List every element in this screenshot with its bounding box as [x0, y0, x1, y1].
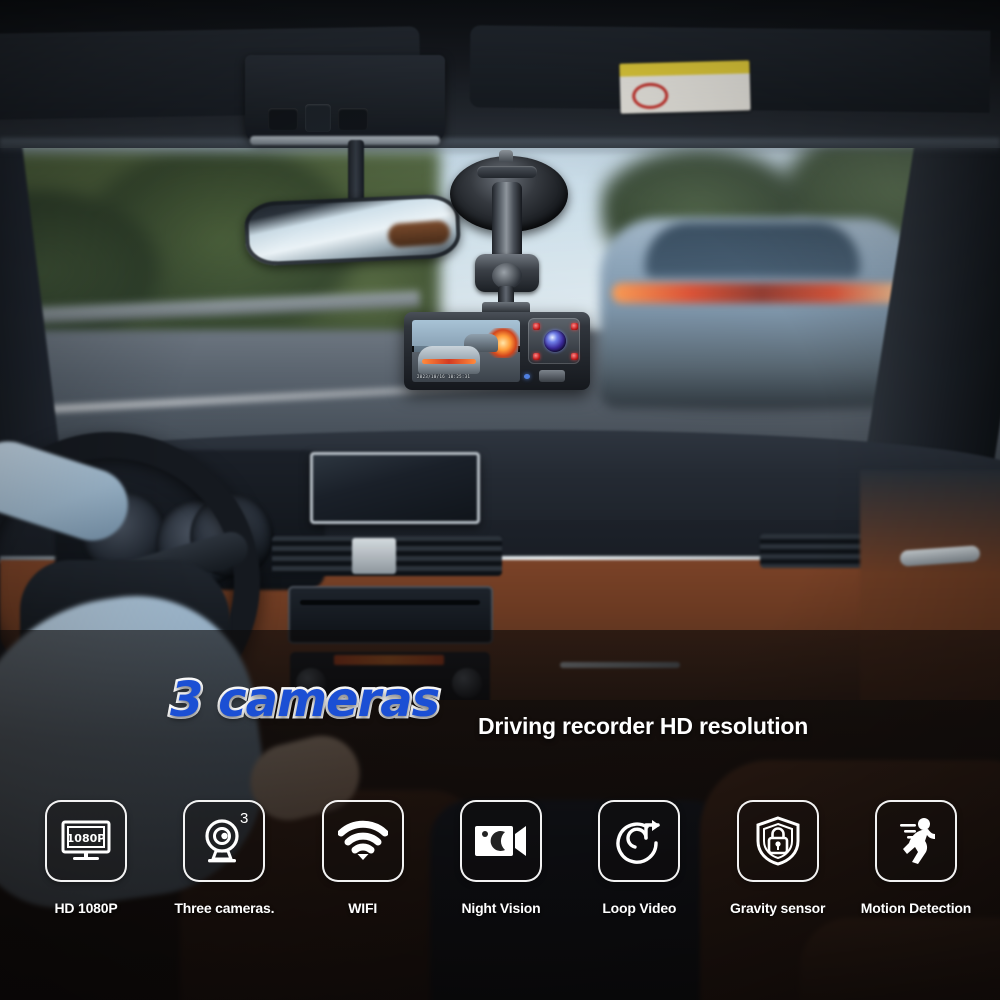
monitor-1080p-icon: 1080P	[61, 820, 111, 860]
running-person-icon	[899, 818, 935, 864]
feature-label: WIFI	[348, 900, 378, 916]
suction-nub	[499, 150, 513, 162]
lcd-timestamp: 2023/10/16 10:25:31	[417, 374, 471, 379]
feature-item-wifi: WIFI	[299, 800, 427, 916]
dash-cam-product: 2023/10/16 10:25:31	[400, 150, 600, 390]
svg-text:1080P: 1080P	[67, 832, 106, 845]
ir-led-bottom-left	[533, 353, 540, 360]
sunroof-switch	[305, 104, 331, 132]
feature-item-night-vision: Night Vision	[437, 800, 565, 916]
wifi-icon	[337, 820, 388, 860]
loop-arrow-icon	[616, 820, 661, 864]
headline-3-cameras: 3 cameras	[167, 672, 442, 728]
feature-item-gravity-sensor: Gravity sensor	[714, 800, 842, 916]
advertisement-image: 2023/10/16 10:25:31 3 cameras Driving re…	[0, 0, 1000, 1000]
dash-cam-button	[539, 370, 565, 382]
infotainment-screen	[310, 452, 480, 524]
feature-icon-box: 3	[183, 800, 266, 882]
feature-label: Gravity sensor	[730, 900, 826, 916]
ir-led-top-right	[571, 323, 578, 330]
dash-cam-lcd-screen: 2023/10/16 10:25:31	[412, 320, 520, 382]
feature-list: 1080P HD 1080P 3 Three cameras. WIFI Nig…	[22, 800, 980, 940]
feature-label: Motion Detection	[860, 900, 972, 916]
dome-light-button-left	[268, 108, 298, 130]
cd-slot	[300, 600, 480, 605]
ir-led-bottom-right	[571, 353, 578, 360]
shield-lock-icon	[756, 816, 800, 866]
feature-label: Three cameras.	[174, 900, 275, 916]
feature-icon-box	[459, 800, 542, 882]
feature-item-motion-detection: Motion Detection	[852, 800, 980, 916]
rearview-mirror-stem	[348, 140, 364, 204]
camera-count-badge: 3	[239, 810, 249, 827]
overhead-console-trim	[250, 136, 440, 145]
feature-icon-box: 1080P	[45, 800, 127, 882]
car-ahead-roof	[645, 222, 860, 278]
ir-camera-lens	[544, 330, 566, 352]
status-indicator-led	[524, 374, 530, 379]
feature-label: Night Vision	[461, 900, 541, 916]
headline-subtitle: Driving recorder HD resolution	[478, 713, 809, 739]
feature-icon-box	[736, 800, 819, 882]
feature-item-hd-1080p: 1080P HD 1080P	[22, 800, 150, 916]
ir-led-top-left	[533, 323, 540, 330]
feature-icon-box	[598, 800, 681, 882]
airbag-warning-sticker	[619, 60, 751, 114]
feature-label: HD 1080P	[54, 900, 118, 916]
feature-icon-box	[874, 800, 957, 882]
feature-item-loop-video: Loop Video	[575, 800, 703, 916]
feature-icon-box	[321, 800, 404, 882]
night-vision-camcorder-icon	[474, 826, 526, 856]
feature-label: Loop Video	[602, 900, 677, 916]
lcd-car-near	[418, 346, 480, 374]
feature-item-three-cameras: 3 Three cameras.	[160, 800, 288, 916]
suction-lever	[477, 166, 537, 178]
car-ahead-taillight	[612, 283, 912, 303]
dome-light-button-right	[338, 108, 368, 130]
vent-control	[352, 538, 396, 574]
